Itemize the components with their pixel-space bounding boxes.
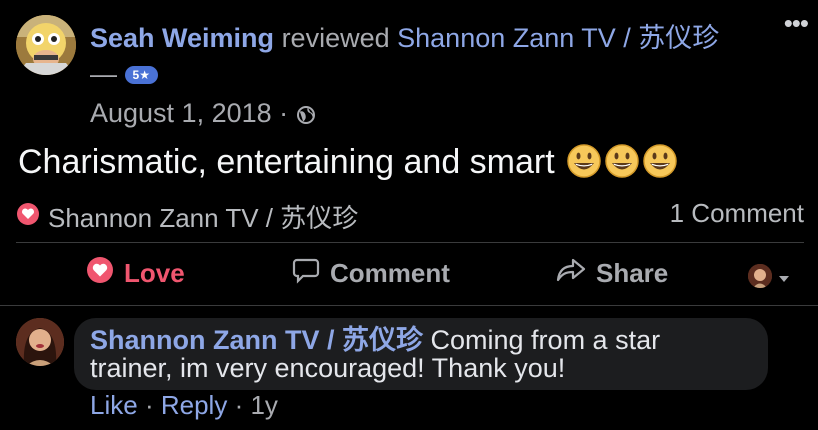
post-body: Charismatic, entertaining and smart (18, 140, 678, 184)
author-avatar[interactable] (16, 15, 76, 75)
commenter-name-link[interactable]: Shannon Zann TV / 苏仪珍 (90, 325, 423, 355)
share-label: Share (596, 258, 669, 288)
love-button[interactable]: Love (86, 256, 185, 291)
comments-divider (0, 305, 818, 306)
more-options-icon[interactable]: ••• (784, 8, 809, 39)
comment-action-separator: · (234, 390, 244, 420)
love-heart-icon (86, 256, 114, 291)
stats-divider (16, 242, 804, 243)
page-name-link[interactable]: Shannon Zann TV / 苏仪珍 (397, 23, 719, 53)
comment-count[interactable]: 1 Comment (670, 198, 804, 229)
grinning-face-icon (642, 143, 678, 179)
heart-icon (16, 202, 40, 233)
globe-icon (296, 101, 316, 132)
comment-button[interactable]: Comment (292, 256, 450, 291)
reactor-name[interactable]: Shannon Zann TV / 苏仪珍 (48, 198, 358, 235)
comment-like-link[interactable]: Like (90, 390, 138, 420)
comment-reply-link[interactable]: Reply (161, 390, 227, 420)
comment-label: Comment (330, 258, 450, 288)
review-verb: reviewed (281, 23, 390, 53)
action-bar: Love Comment Share (16, 250, 804, 300)
comment-timestamp[interactable]: 1y (250, 390, 277, 420)
profile-avatar-small (748, 263, 772, 288)
share-button[interactable]: Share (556, 256, 668, 291)
comment-content: Shannon Zann TV / 苏仪珍 Coming from a star… (90, 326, 750, 382)
post-date[interactable]: August 1, 2018 (90, 98, 272, 128)
chevron-down-icon (778, 260, 790, 291)
reaction-profile-selector[interactable] (748, 260, 790, 291)
date-separator: · (279, 98, 289, 128)
grinning-face-icon (566, 143, 602, 179)
love-label: Love (124, 258, 185, 288)
commenter-avatar[interactable] (16, 318, 64, 366)
share-arrow-icon (556, 256, 586, 291)
post-text: Charismatic, entertaining and smart (18, 143, 555, 181)
post-date-row: August 1, 2018 · (90, 98, 316, 132)
post-header: Seah Weiming reviewed Shannon Zann TV / … (90, 20, 730, 92)
comment-bubble-icon (292, 256, 320, 291)
comment-actions: Like · Reply · 1y (90, 390, 278, 421)
comment-action-separator: · (144, 390, 154, 420)
rating-badge: 5★ (124, 66, 158, 84)
reaction-stats-row: Shannon Zann TV / 苏仪珍 1 Comment (16, 198, 804, 235)
header-dash: — (90, 59, 117, 89)
author-name-link[interactable]: Seah Weiming (90, 23, 274, 53)
grinning-face-icon (604, 143, 640, 179)
